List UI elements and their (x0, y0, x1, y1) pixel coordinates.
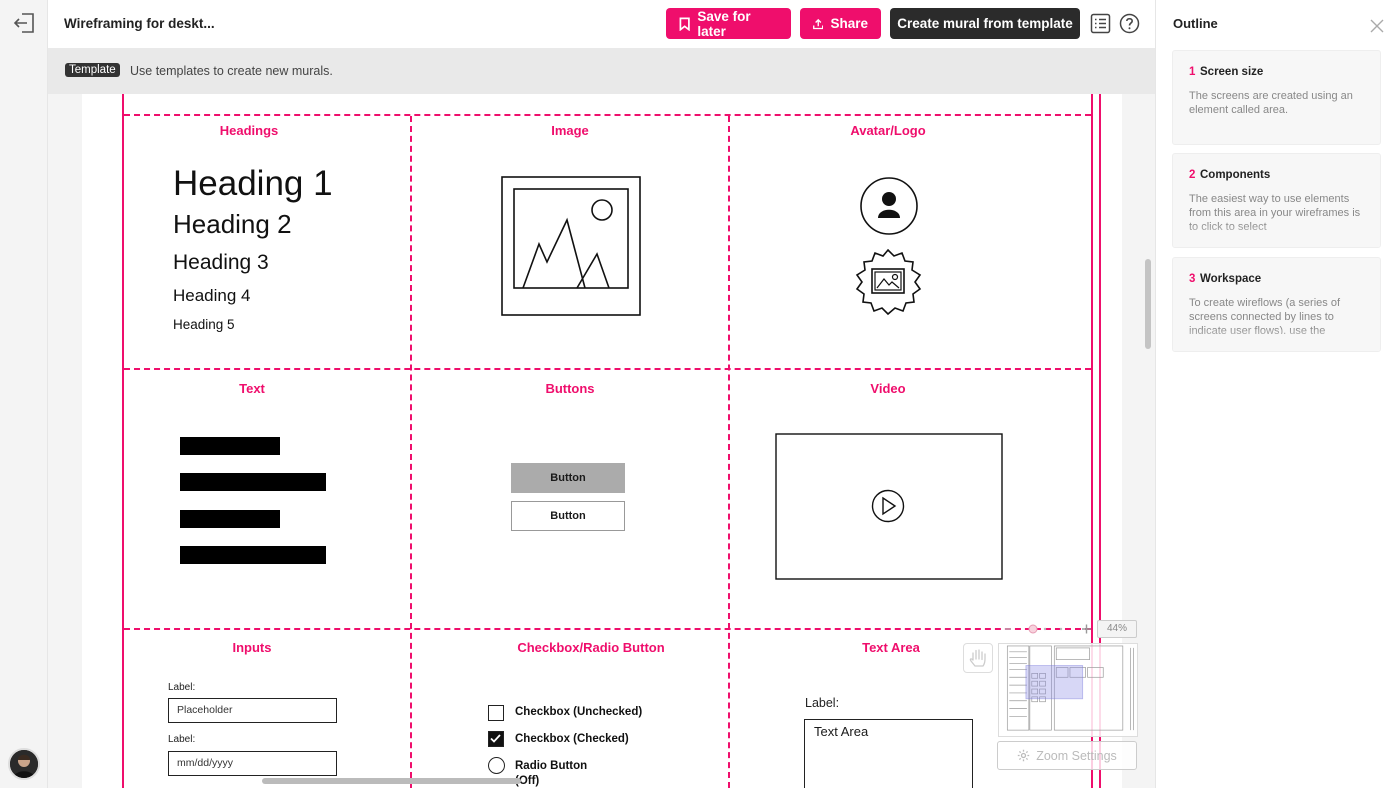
mural-canvas[interactable]: Headings Image Avatar/Logo Heading 1 Hea… (48, 94, 1155, 788)
save-for-later-label: Save for later (697, 8, 751, 39)
radio-button-off[interactable] (488, 757, 505, 774)
zoom-settings-button[interactable]: Zoom Settings (997, 741, 1137, 770)
textarea-label: Label: (805, 696, 840, 710)
outline-item-title: Screen size (1200, 66, 1264, 78)
bookmark-icon (679, 16, 690, 31)
pan-hand-button[interactable] (963, 643, 993, 673)
exit-icon[interactable] (13, 13, 35, 33)
outline-item-components[interactable]: 2 Components The easiest way to use elem… (1172, 153, 1381, 248)
outline-list-icon[interactable] (1090, 13, 1111, 34)
cell-title-headings: Headings (219, 123, 279, 138)
heading-4-sample: Heading 4 (173, 286, 251, 305)
outline-item-screen-size[interactable]: 1 Screen size The screens are created us… (1172, 50, 1381, 145)
cell-title-image: Image (551, 123, 589, 138)
heading-5-sample: Heading 5 (173, 317, 235, 332)
heading-1-sample: Heading 1 (173, 164, 333, 203)
template-info-text: Use templates to create new murals. (130, 64, 333, 78)
image-placeholder-icon (501, 176, 641, 316)
upload-icon (813, 18, 824, 29)
checkbox-unchecked-label: Checkbox (Unchecked) (515, 706, 643, 718)
share-label: Share (830, 16, 868, 31)
input-label: Label: (168, 734, 196, 745)
outline-item-number: 3 (1189, 273, 1196, 285)
radio-button-label: Radio Button (515, 760, 588, 772)
zoom-controls: 44% (1003, 620, 1141, 638)
hand-icon (969, 649, 986, 667)
gear-icon (1018, 749, 1030, 762)
heading-3-sample: Heading 3 (173, 251, 269, 274)
text-line-placeholder (180, 437, 280, 455)
create-mural-button[interactable]: Create mural from template (890, 8, 1080, 39)
cell-title-text: Text (239, 381, 265, 396)
app-root: Wireframing for deskt... Save for later … (0, 0, 1400, 788)
text-fade (1173, 223, 1380, 247)
grid-divider (124, 114, 1091, 116)
outline-item-title: Components (1200, 169, 1271, 181)
text-line-placeholder (180, 473, 326, 491)
heading-2-sample: Heading 2 (173, 209, 292, 239)
grid-divider (124, 368, 1091, 370)
cell-title-checkbox: Checkbox/Radio Button (517, 640, 665, 655)
outline-item-title: Workspace (1200, 273, 1262, 285)
outline-item-number: 2 (1189, 169, 1196, 181)
user-avatar[interactable] (8, 748, 40, 780)
outline-item-number: 1 (1189, 66, 1196, 78)
close-icon[interactable] (1369, 18, 1385, 34)
vertical-scrollbar[interactable] (1145, 259, 1151, 349)
grid-divider (728, 116, 730, 788)
checkbox-checked[interactable] (488, 731, 504, 747)
outline-title: Outline (1173, 16, 1218, 31)
share-button[interactable]: Share (800, 8, 881, 39)
help-icon[interactable] (1119, 13, 1140, 34)
cell-title-avatar: Avatar/Logo (850, 123, 926, 138)
mural-title[interactable]: Wireframing for deskt... (64, 16, 215, 31)
template-tag: Template (65, 63, 120, 77)
placeholder-input-sample[interactable]: Placeholder (168, 698, 337, 723)
checkbox-checked-label: Checkbox (Checked) (515, 733, 629, 745)
wireframe-button-outline[interactable]: Button (511, 501, 625, 531)
area-frame-left (122, 94, 124, 788)
input-label: Label: (168, 682, 196, 693)
template-info-bar: Template Use templates to create new mur… (48, 48, 1155, 94)
avatar-user-icon (860, 177, 918, 235)
wireframe-button-filled[interactable]: Button (511, 463, 625, 493)
left-rail (0, 0, 48, 788)
logo-badge-icon (855, 248, 922, 316)
date-input-sample[interactable]: mm/dd/yyyy (168, 751, 337, 776)
minimap[interactable] (998, 643, 1138, 737)
grid-divider (124, 628, 1091, 630)
video-player-placeholder (775, 433, 1003, 580)
horizontal-scrollbar[interactable] (262, 778, 521, 784)
zoom-slider[interactable] (1003, 623, 1095, 635)
cell-title-inputs: Inputs (232, 640, 272, 655)
outline-item-workspace[interactable]: 3 Workspace To create wireflows (a serie… (1172, 257, 1381, 352)
text-line-placeholder (180, 510, 280, 528)
grid-divider (410, 116, 412, 788)
top-bar: Wireframing for deskt... Save for later … (48, 0, 1155, 48)
textarea-sample[interactable]: Text Area (804, 719, 973, 788)
cell-title-buttons: Buttons (545, 381, 595, 396)
checkbox-unchecked[interactable] (488, 705, 504, 721)
cell-title-textarea: Text Area (862, 640, 920, 655)
zoom-settings-label: Zoom Settings (1036, 748, 1117, 763)
text-fade (1173, 327, 1380, 351)
checkmark-icon (490, 734, 501, 743)
text-line-placeholder (180, 546, 326, 564)
zoom-percent[interactable]: 44% (1097, 620, 1137, 638)
outline-panel: Outline 1 Screen size The screens are cr… (1155, 0, 1400, 788)
cell-title-video: Video (870, 381, 906, 396)
wireframe-board: Headings Image Avatar/Logo Heading 1 Hea… (82, 94, 1122, 788)
save-for-later-button[interactable]: Save for later (666, 8, 791, 39)
outline-item-desc: The screens are created using an element… (1189, 90, 1353, 116)
